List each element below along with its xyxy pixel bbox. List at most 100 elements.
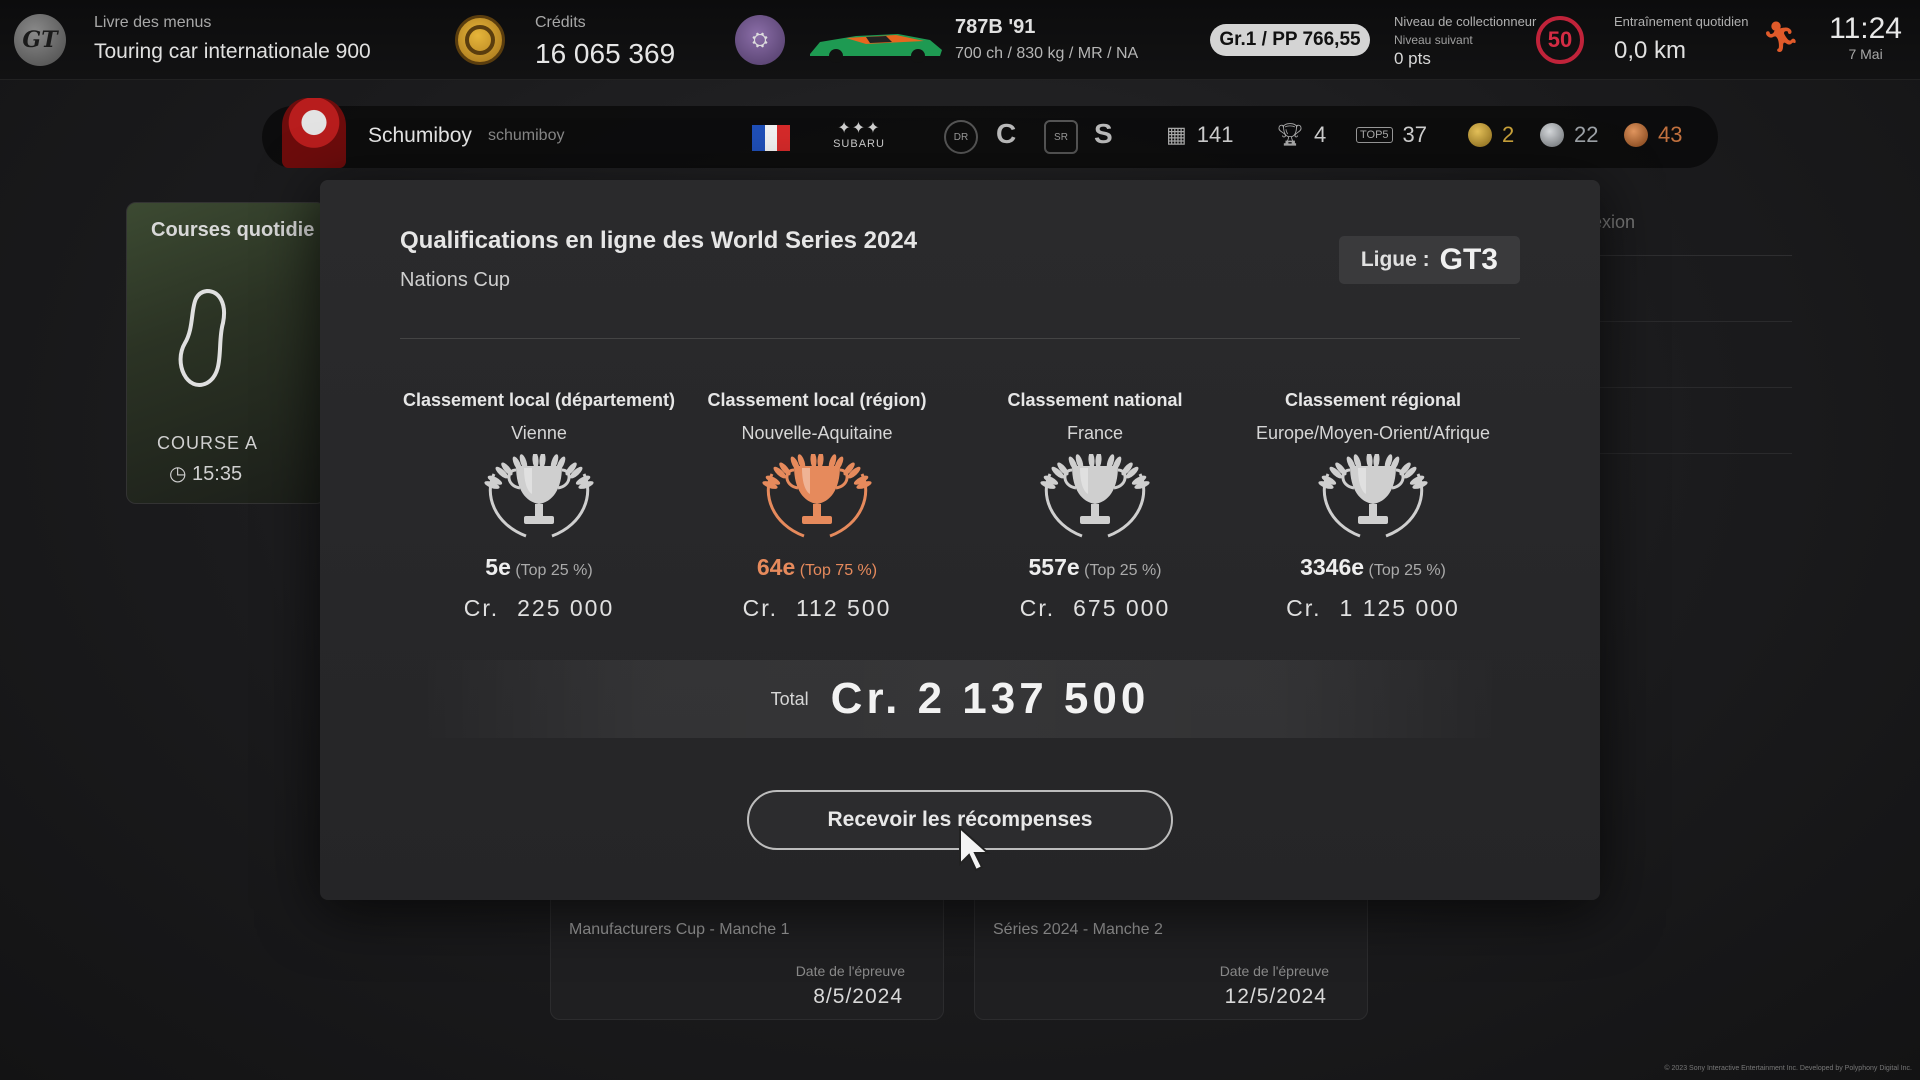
garage-icon[interactable]: ⛭ [735, 15, 785, 65]
event-date: 8/5/2024 [813, 985, 903, 1008]
daily-course-time: ◷ 15:35 [169, 461, 242, 486]
event-date: 12/5/2024 [1224, 985, 1327, 1008]
right-menu-list: exion [1592, 212, 1792, 454]
ranking-column-national: Classement national France 557e (Top 25 … [956, 390, 1234, 622]
menu-book-value: Touring car internationale 900 [94, 40, 371, 63]
reward-value: 112 500 [795, 595, 892, 621]
wins-count: 4 [1313, 122, 1327, 147]
ranking-reward: Cr. 112 500 [678, 595, 956, 622]
profile-name: Schumiboy [368, 124, 472, 147]
right-menu-header: exion [1592, 212, 1636, 232]
rewards-dialog: Qualifications en ligne des World Series… [320, 180, 1600, 900]
races-stat: ▦ 141 [1166, 122, 1234, 148]
reward-value: 1 125 000 [1339, 595, 1460, 621]
car-name: 787B '91 [955, 16, 1036, 38]
silver-medal-stat: 22 [1540, 122, 1598, 148]
top-bar: GT Livre des menus Touring car internati… [0, 0, 1920, 80]
league-badge: Ligue : GT3 [1338, 236, 1520, 284]
list-item[interactable] [1592, 388, 1792, 454]
list-item[interactable] [1592, 322, 1792, 388]
silver-count: 22 [1574, 122, 1599, 147]
currency-label: Cr. [742, 595, 778, 621]
ranking-percentile: (Top 25 %) [1084, 562, 1162, 579]
ranking-percentile: (Top 25 %) [1368, 562, 1446, 579]
total-band: Total Cr. 2 137 500 [420, 660, 1500, 738]
event-card-manufacturers-cup[interactable]: Manufacturers Cup - Manche 1 Date de l'é… [550, 888, 944, 1020]
ranking-position: 3346e (Top 25 %) [1234, 554, 1512, 581]
ranking-reward: Cr. 1 125 000 [1234, 595, 1512, 622]
total-value: Cr. 2 137 500 [830, 674, 1150, 723]
sportsmanship-emblem-icon: SR [1044, 120, 1078, 154]
ranking-place: 557e [1028, 554, 1080, 580]
profile-bar[interactable]: Schumiboy schumiboy ✦✦✦ SUBARU DR C SR S… [262, 98, 1718, 168]
ranking-area: France [1066, 423, 1124, 443]
silver-trophy-icon [484, 454, 594, 538]
credits-value: 16 065 369 [535, 38, 676, 69]
track-map-icon [178, 288, 226, 387]
gran-turismo-logo-icon[interactable]: GT [14, 14, 66, 66]
gold-count: 2 [1502, 122, 1515, 147]
event-date-label: Date de l'épreuve [795, 963, 905, 979]
copyright-notice: © 2023 Sony Interactive Entertainment In… [1664, 1065, 1912, 1072]
top5-count: 37 [1402, 122, 1428, 147]
credits-section: Crédits 16 065 369 [535, 0, 675, 80]
runner-icon: 🏃︎ [1762, 21, 1801, 54]
collector-level-badge: 50 [1536, 16, 1584, 64]
clock: 11:24 7 Mai [1829, 12, 1902, 62]
credits-coin-icon [455, 15, 505, 65]
training-value: 0,0 km [1614, 37, 1687, 64]
training-label: Entraînement quotidien [1614, 14, 1749, 29]
bronze-medal-icon [1624, 123, 1648, 147]
safety-rank: S [1094, 118, 1113, 149]
ranking-area: Nouvelle-Aquitaine [741, 423, 893, 443]
ranking-area: Vienne [511, 423, 567, 443]
races-count: 141 [1196, 122, 1234, 147]
credits-label: Crédits [535, 14, 586, 31]
list-item[interactable] [1592, 256, 1792, 322]
ranking-column-continental: Classement régional Europe/Moyen-Orient/… [1234, 390, 1512, 622]
checkered-flag-icon: ▦ [1166, 122, 1187, 147]
ranking-position: 64e (Top 75 %) [678, 554, 956, 581]
clock-time: 11:24 [1829, 12, 1902, 45]
collector-label: Niveau de collectionneur [1394, 14, 1537, 29]
ranking-percentile: (Top 25 %) [515, 562, 593, 579]
car-info: 787B '91 700 ch / 830 kg / MR / NA [955, 0, 1138, 80]
total-label: Total [770, 688, 809, 709]
silver-trophy-icon [1040, 454, 1150, 538]
event-card-series[interactable]: Séries 2024 - Manche 2 Date de l'épreuve… [974, 888, 1368, 1020]
currency-label: Cr. [1286, 595, 1322, 621]
currency-label: Cr. [463, 595, 500, 621]
top5-icon: TOP5 [1356, 127, 1393, 143]
avatar[interactable] [282, 98, 346, 168]
currency-label: Cr. [1019, 595, 1056, 621]
rankings-grid: Classement local (département) Vienne 5e… [400, 390, 1512, 622]
event-date-label: Date de l'épreuve [1219, 963, 1329, 979]
gold-medal-icon [1468, 123, 1492, 147]
reward-value: 225 000 [517, 595, 615, 621]
ranking-header: Classement national [1007, 390, 1183, 410]
france-flag-icon [752, 125, 791, 151]
bronze-count: 43 [1658, 122, 1683, 147]
ranking-place: 5e [485, 554, 511, 580]
bronze-trophy-icon [762, 454, 872, 538]
collector-section[interactable]: Niveau de collectionneur Niveau suivant … [1394, 0, 1536, 80]
daily-races-card[interactable]: Courses quotidie COURSE A ◷ 15:35 [126, 202, 326, 504]
daily-training-section[interactable]: Entraînement quotidien 0,0 km [1614, 0, 1748, 80]
silver-trophy-icon [1318, 454, 1428, 538]
manufacturer-logo: ✦✦✦ SUBARU [824, 118, 894, 150]
collector-next-value: 0 pts [1394, 49, 1431, 68]
car-class-badge: Gr.1 / PP 766,55 [1210, 24, 1370, 56]
ranking-place: 3346e [1300, 554, 1365, 580]
daily-races-title: Courses quotidie [151, 219, 315, 241]
menu-book-section[interactable]: Livre des menus Touring car internationa… [94, 0, 371, 80]
dialog-subtitle: Nations Cup [400, 269, 511, 291]
event-name: Manufacturers Cup - Manche 1 [569, 921, 790, 938]
ranking-area: Europe/Moyen-Orient/Afrique [1255, 423, 1491, 443]
profile-id: schumiboy [488, 127, 565, 144]
car-thumbnail[interactable] [806, 26, 946, 64]
daily-course-time-value: 15:35 [192, 463, 243, 485]
driver-rank: C [996, 118, 1017, 149]
ranking-header: Classement régional [1284, 390, 1462, 410]
car-specs: 700 ch / 830 kg / MR / NA [955, 45, 1139, 62]
dialog-title: Qualifications en ligne des World Series… [400, 227, 918, 254]
